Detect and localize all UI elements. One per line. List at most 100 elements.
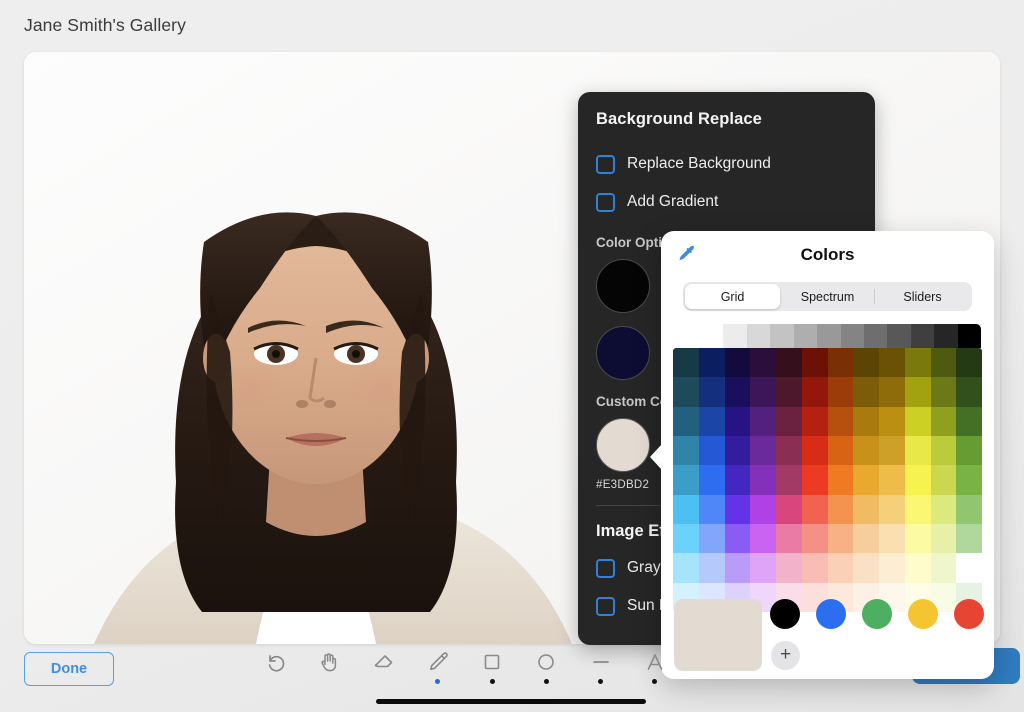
gray-swatch-5[interactable]	[817, 324, 841, 348]
color-swatch-3-5[interactable]	[801, 436, 828, 466]
color-swatch-1-3[interactable]	[750, 377, 776, 407]
color-swatch-5-4[interactable]	[776, 494, 802, 524]
color-swatch-0-7[interactable]	[853, 348, 879, 378]
eraser-tool[interactable]	[364, 648, 404, 692]
color-swatch-7-5[interactable]	[801, 553, 828, 583]
color-swatch-0-10[interactable]	[930, 348, 957, 378]
color-swatch-6-1[interactable]	[698, 524, 725, 554]
color-swatch-3-10[interactable]	[930, 436, 957, 466]
color-swatch-1-10[interactable]	[930, 377, 957, 407]
color-swatch-4-3[interactable]	[750, 465, 776, 495]
undo-tool[interactable]	[255, 648, 295, 692]
color-swatch-6-10[interactable]	[930, 524, 957, 554]
color-option-navy[interactable]	[596, 326, 650, 380]
color-swatch-0-0[interactable]	[673, 348, 699, 378]
color-swatch-3-1[interactable]	[698, 436, 725, 466]
recent-color-1[interactable]	[816, 599, 846, 629]
color-swatch-7-0[interactable]	[673, 553, 699, 583]
gray-swatch-4[interactable]	[793, 324, 818, 348]
color-swatch-6-11[interactable]	[956, 524, 982, 554]
color-swatch-7-2[interactable]	[724, 553, 751, 583]
color-swatch-1-8[interactable]	[879, 377, 905, 407]
color-swatch-0-11[interactable]	[956, 348, 982, 378]
color-swatch-7-10[interactable]	[930, 553, 957, 583]
color-swatch-5-8[interactable]	[879, 494, 905, 524]
add-color-button[interactable]: +	[771, 641, 800, 670]
pencil-tool[interactable]	[418, 648, 458, 692]
color-option-black[interactable]	[596, 259, 650, 313]
color-swatch-1-6[interactable]	[827, 377, 854, 407]
color-grid[interactable]	[673, 348, 982, 612]
add-gradient-checkbox[interactable]	[596, 192, 615, 212]
color-swatch-1-9[interactable]	[904, 377, 931, 407]
tab-sliders[interactable]: Sliders	[875, 284, 970, 309]
color-swatch-3-4[interactable]	[776, 436, 802, 466]
recent-color-3[interactable]	[908, 599, 938, 629]
color-swatch-7-7[interactable]	[853, 553, 879, 583]
line-tool[interactable]	[581, 648, 621, 692]
gray-swatch-11[interactable]	[957, 324, 981, 348]
color-swatch-6-9[interactable]	[904, 524, 931, 554]
color-swatch-1-11[interactable]	[956, 377, 982, 407]
color-swatch-2-8[interactable]	[879, 406, 905, 436]
color-swatch-7-1[interactable]	[698, 553, 725, 583]
color-swatch-4-1[interactable]	[698, 465, 725, 495]
gray-swatch-9[interactable]	[910, 324, 935, 348]
color-swatch-5-10[interactable]	[930, 494, 957, 524]
color-swatch-6-7[interactable]	[853, 524, 879, 554]
color-swatch-6-3[interactable]	[750, 524, 776, 554]
color-swatch-2-1[interactable]	[698, 406, 725, 436]
color-swatch-6-2[interactable]	[724, 524, 751, 554]
color-swatch-4-10[interactable]	[930, 465, 957, 495]
color-swatch-7-11[interactable]	[956, 553, 982, 582]
checkbox-row-replace-background[interactable]: Replace Background	[596, 145, 855, 183]
replace-background-checkbox[interactable]	[596, 154, 615, 174]
custom-color-swatch[interactable]	[596, 418, 650, 472]
color-swatch-4-2[interactable]	[724, 465, 751, 495]
sun-damage-checkbox[interactable]	[596, 596, 615, 616]
color-swatch-0-8[interactable]	[879, 348, 905, 378]
color-swatch-0-1[interactable]	[698, 348, 725, 378]
color-swatch-5-6[interactable]	[827, 494, 854, 524]
color-swatch-5-0[interactable]	[673, 494, 699, 524]
gray-swatch-10[interactable]	[934, 324, 958, 348]
rectangle-tool[interactable]	[472, 648, 512, 692]
color-swatch-7-4[interactable]	[776, 553, 802, 583]
color-swatch-4-6[interactable]	[827, 465, 854, 495]
color-swatch-3-2[interactable]	[724, 436, 751, 466]
color-swatch-4-0[interactable]	[673, 465, 699, 495]
color-swatch-5-1[interactable]	[698, 494, 725, 524]
color-swatch-2-4[interactable]	[776, 406, 802, 436]
color-swatch-5-7[interactable]	[853, 494, 879, 524]
recent-color-0[interactable]	[770, 599, 800, 629]
color-swatch-0-5[interactable]	[801, 348, 828, 378]
color-swatch-6-8[interactable]	[879, 524, 905, 554]
color-swatch-1-5[interactable]	[801, 377, 828, 407]
pan-tool[interactable]	[309, 648, 349, 692]
color-swatch-3-8[interactable]	[879, 436, 905, 466]
gray-swatch-2[interactable]	[746, 324, 771, 348]
color-swatch-0-4[interactable]	[776, 348, 802, 378]
recent-colors-row[interactable]	[770, 599, 984, 629]
color-swatch-1-4[interactable]	[776, 377, 802, 407]
color-swatch-5-5[interactable]	[801, 494, 828, 524]
color-swatch-1-2[interactable]	[724, 377, 751, 407]
color-swatch-6-5[interactable]	[801, 524, 828, 554]
color-swatch-2-7[interactable]	[853, 406, 879, 436]
gray-swatch-7[interactable]	[863, 324, 888, 348]
checkbox-row-add-gradient[interactable]: Add Gradient	[596, 183, 855, 221]
color-swatch-4-5[interactable]	[801, 465, 828, 495]
recent-color-4[interactable]	[954, 599, 984, 629]
color-swatch-0-9[interactable]	[904, 348, 931, 378]
color-swatch-6-0[interactable]	[673, 524, 699, 554]
color-swatch-6-6[interactable]	[827, 524, 854, 554]
ellipse-tool[interactable]	[526, 648, 566, 692]
color-swatch-0-3[interactable]	[750, 348, 776, 378]
color-swatch-5-11[interactable]	[956, 494, 982, 524]
color-swatch-5-3[interactable]	[750, 494, 776, 524]
color-swatch-4-7[interactable]	[853, 465, 879, 495]
color-swatch-5-9[interactable]	[904, 494, 931, 524]
tab-spectrum[interactable]: Spectrum	[780, 284, 875, 309]
color-swatch-2-9[interactable]	[904, 406, 931, 436]
color-swatch-4-4[interactable]	[776, 465, 802, 495]
